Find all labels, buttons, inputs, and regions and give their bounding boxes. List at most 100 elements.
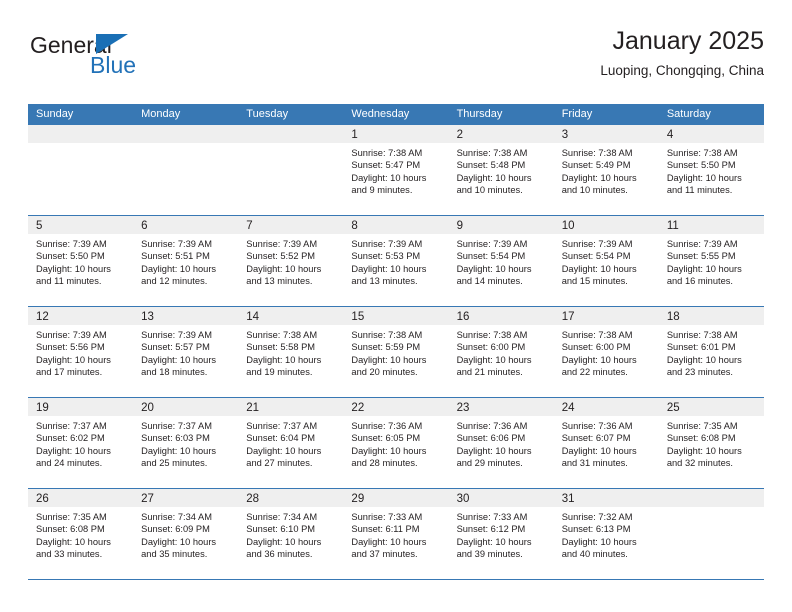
calendar-day-cell[interactable]: 5 Sunrise: 7:39 AM Sunset: 5:50 PM Daylight… — [28, 216, 134, 306]
triangle-icon — [96, 34, 128, 54]
day-number: 10 — [561, 220, 575, 232]
weekday-header-row: Sunday Monday Tuesday Wednesday Thursday Frid… — [28, 104, 764, 125]
calendar-day-cell[interactable]: 26 Sunrise: 7:35 AM Sunset: 6:08 PM Dayligh… — [28, 489, 134, 579]
sunrise-text: Sunrise: 7:39 AM — [246, 239, 318, 249]
calendar-day-cell[interactable]: 14 Sunrise: 7:38 AM Sunset: 5:58 PM Dayligh… — [238, 307, 344, 397]
calendar-day-cell[interactable]: 30 Sunrise: 7:33 AM Sunset: 6:12 PM Dayligh… — [448, 489, 554, 579]
daylight-text-line2: and 15 minutes. — [561, 276, 628, 287]
daylight-text-line2: and 19 minutes. — [246, 367, 313, 378]
calendar-day-cell[interactable]: 25 Sunrise: 7:35 AM Sunset: 6:08 PM Dayligh… — [658, 398, 764, 488]
sunrise-text: Sunrise: 7:38 AM — [561, 330, 633, 340]
calendar-day-cell[interactable]: 12 Sunrise: 7:39 AM Sunset: 5:56 PM Dayligh… — [28, 307, 134, 397]
day-number-band: 27 — [133, 489, 239, 507]
calendar-day-cell-empty — [238, 125, 344, 215]
day-number-band — [658, 489, 764, 507]
daylight-text-line1: Daylight: 10 hours — [561, 445, 637, 456]
daylight-text-line1: Daylight: 10 hours — [141, 445, 217, 456]
day-number: 11 — [666, 220, 679, 232]
calendar-day-cell[interactable]: 23 Sunrise: 7:36 AM Sunset: 6:06 PM Dayligh… — [448, 398, 554, 488]
calendar-day-cell[interactable]: 3 Sunrise: 7:38 AM Sunset: 5:49 PM Daylight… — [553, 125, 659, 215]
day-sun-info: Sunrise: 7:33 AM Sunset: 6:11 PM Daylight:… — [343, 507, 448, 561]
calendar-day-cell[interactable]: 29 Sunrise: 7:33 AM Sunset: 6:11 PM Dayligh… — [343, 489, 449, 579]
calendar-day-cell[interactable]: 13 Sunrise: 7:39 AM Sunset: 5:57 PM Dayligh… — [133, 307, 239, 397]
calendar-day-cell[interactable]: 31 Sunrise: 7:32 AM Sunset: 6:13 PM Dayligh… — [553, 489, 659, 579]
calendar-day-cell[interactable]: 8 Sunrise: 7:39 AM Sunset: 5:53 PM Daylight… — [343, 216, 449, 306]
sunrise-text: Sunrise: 7:39 AM — [141, 239, 212, 249]
calendar-day-cell[interactable]: 28 Sunrise: 7:34 AM Sunset: 6:10 PM Dayligh… — [238, 489, 344, 579]
daylight-text-line2: and 37 minutes. — [351, 549, 418, 560]
calendar-day-cell-empty — [658, 489, 764, 579]
calendar-day-cell[interactable]: 2 Sunrise: 7:38 AM Sunset: 5:48 PM Daylight… — [448, 125, 554, 215]
calendar-day-cell[interactable]: 1 Sunrise: 7:38 AM Sunset: 5:47 PM Daylight… — [343, 125, 449, 215]
sunrise-text: Sunrise: 7:38 AM — [351, 330, 423, 340]
day-sun-info: Sunrise: 7:38 AM Sunset: 6:00 PM Daylight:… — [554, 325, 659, 379]
sunrise-text: Sunrise: 7:33 AM — [351, 512, 423, 522]
day-number-band: 29 — [343, 489, 449, 507]
day-number: 5 — [36, 220, 43, 232]
day-number: 16 — [456, 311, 470, 323]
day-sun-info: Sunrise: 7:39 AM Sunset: 5:56 PM Daylight:… — [28, 325, 133, 379]
calendar-day-cell[interactable]: 17 Sunrise: 7:38 AM Sunset: 6:00 PM Dayligh… — [553, 307, 659, 397]
calendar-day-cell[interactable]: 27 Sunrise: 7:34 AM Sunset: 6:09 PM Dayligh… — [133, 489, 239, 579]
day-number: 3 — [561, 129, 569, 141]
title-block: January 2025 Luoping, Chongqing, China — [600, 26, 764, 79]
calendar-day-cell[interactable]: 22 Sunrise: 7:36 AM Sunset: 6:05 PM Dayligh… — [343, 398, 449, 488]
sunset-text: Sunset: 6:06 PM — [456, 433, 526, 444]
day-number-band: 19 — [28, 398, 134, 416]
day-number: 20 — [141, 402, 154, 414]
calendar-day-cell[interactable]: 16 Sunrise: 7:38 AM Sunset: 6:00 PM Dayligh… — [448, 307, 554, 397]
daylight-text-line1: Daylight: 10 hours — [561, 354, 637, 365]
sunset-text: Sunset: 5:50 PM — [666, 160, 736, 171]
sunrise-text: Sunrise: 7:38 AM — [246, 330, 318, 340]
calendar-day-cell[interactable]: 7 Sunrise: 7:39 AM Sunset: 5:52 PM Daylight… — [238, 216, 344, 306]
day-number-band: 14 — [238, 307, 344, 325]
day-sun-info: Sunrise: 7:39 AM Sunset: 5:54 PM Daylight:… — [449, 234, 554, 288]
general-blue-logo[interactable]: General Blue — [28, 32, 218, 88]
calendar-day-cell[interactable]: 6 Sunrise: 7:39 AM Sunset: 5:51 PM Daylight… — [133, 216, 239, 306]
daylight-text-line1: Daylight: 10 hours — [456, 354, 532, 365]
sunset-text: Sunset: 5:50 PM — [36, 251, 105, 262]
calendar-day-cell[interactable]: 4 Sunrise: 7:38 AM Sunset: 5:50 PM Daylight… — [658, 125, 764, 215]
day-sun-info: Sunrise: 7:35 AM Sunset: 6:08 PM Daylight:… — [659, 416, 764, 470]
calendar-day-cell[interactable]: 21 Sunrise: 7:37 AM Sunset: 6:04 PM Dayligh… — [238, 398, 344, 488]
sunset-text: Sunset: 5:57 PM — [141, 342, 210, 353]
daylight-text-line1: Daylight: 10 hours — [666, 263, 742, 274]
sunrise-text: Sunrise: 7:37 AM — [141, 421, 212, 431]
day-number-band: 7 — [238, 216, 344, 234]
daylight-text-line2: and 31 minutes. — [561, 458, 628, 469]
calendar-day-cell[interactable]: 19 Sunrise: 7:37 AM Sunset: 6:02 PM Dayligh… — [28, 398, 134, 488]
calendar-day-cell[interactable]: 10 Sunrise: 7:39 AM Sunset: 5:54 PM Dayligh… — [553, 216, 659, 306]
day-sun-info: Sunrise: 7:38 AM Sunset: 6:00 PM Daylight:… — [449, 325, 554, 379]
daylight-text-line2: and 39 minutes. — [456, 549, 523, 560]
calendar-day-cell[interactable]: 18 Sunrise: 7:38 AM Sunset: 6:01 PM Dayligh… — [658, 307, 764, 397]
calendar-day-cell[interactable]: 9 Sunrise: 7:39 AM Sunset: 5:54 PM Daylight… — [448, 216, 554, 306]
day-sun-info: Sunrise: 7:34 AM Sunset: 6:09 PM Daylight:… — [133, 507, 238, 561]
daylight-text-line2: and 10 minutes. — [456, 185, 523, 196]
daylight-text-line2: and 11 minutes. — [36, 276, 102, 287]
day-sun-info: Sunrise: 7:39 AM Sunset: 5:52 PM Daylight:… — [238, 234, 343, 288]
day-number-band: 10 — [553, 216, 659, 234]
sunrise-text: Sunrise: 7:38 AM — [666, 148, 738, 158]
daylight-text-line2: and 29 minutes. — [456, 458, 523, 469]
daylight-text-line1: Daylight: 10 hours — [666, 172, 742, 183]
sunrise-text: Sunrise: 7:38 AM — [666, 330, 738, 340]
day-number-band: 21 — [238, 398, 344, 416]
day-number: 26 — [36, 493, 49, 505]
sunrise-text: Sunrise: 7:39 AM — [36, 330, 107, 340]
sunrise-text: Sunrise: 7:39 AM — [36, 239, 107, 249]
weekday-header-sunday: Sunday — [36, 108, 74, 120]
calendar-day-cell[interactable]: 24 Sunrise: 7:36 AM Sunset: 6:07 PM Dayligh… — [553, 398, 659, 488]
calendar-day-cell[interactable]: 11 Sunrise: 7:39 AM Sunset: 5:55 PM Dayligh… — [658, 216, 764, 306]
day-number: 15 — [351, 311, 365, 323]
day-number-band: 28 — [238, 489, 344, 507]
calendar-day-cell[interactable]: 20 Sunrise: 7:37 AM Sunset: 6:03 PM Dayligh… — [133, 398, 239, 488]
day-number-band: 25 — [658, 398, 764, 416]
daylight-text-line1: Daylight: 10 hours — [561, 263, 637, 274]
day-sun-info: Sunrise: 7:37 AM Sunset: 6:03 PM Daylight:… — [133, 416, 238, 470]
daylight-text-line2: and 33 minutes. — [36, 549, 103, 560]
daylight-text-line1: Daylight: 10 hours — [666, 445, 742, 456]
day-number: 9 — [456, 220, 463, 232]
calendar-day-cell[interactable]: 15 Sunrise: 7:38 AM Sunset: 5:59 PM Dayligh… — [343, 307, 449, 397]
day-number: 2 — [456, 129, 463, 141]
daylight-text-line2: and 23 minutes. — [666, 367, 733, 378]
